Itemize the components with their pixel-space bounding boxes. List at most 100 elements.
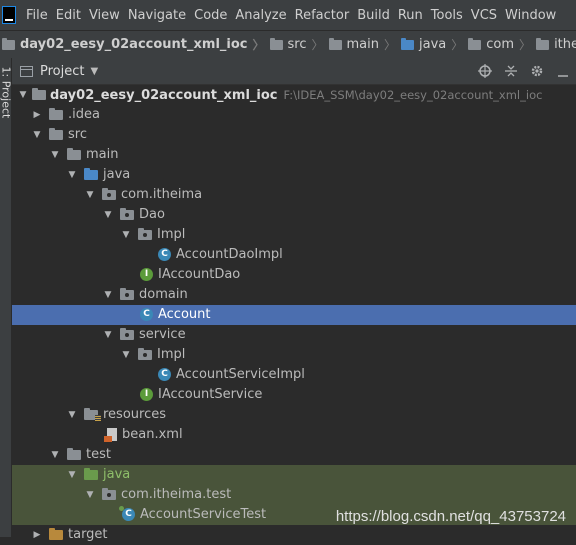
tree-label-iaccount-dao: IAccountDao xyxy=(158,267,241,282)
tree-row-bean-xml[interactable]: bean.xml xyxy=(12,425,576,445)
tree-label-dao-impl: Impl xyxy=(157,227,186,242)
tree-row-test-java[interactable]: ▼ java xyxy=(12,465,576,485)
project-view-selector[interactable]: Project xyxy=(40,64,84,79)
expand-arrow-icon[interactable]: ▼ xyxy=(50,145,60,165)
menu-build[interactable]: Build xyxy=(357,8,390,23)
xml-file-icon xyxy=(104,428,118,442)
tree-row-account-service-impl[interactable]: C AccountServiceImpl xyxy=(12,365,576,385)
breadcrumb-main[interactable]: main 〉 xyxy=(328,36,402,53)
chevron-right-icon: 〉 xyxy=(519,38,532,52)
hide-panel-icon[interactable] xyxy=(555,63,571,79)
tree-label-test: test xyxy=(86,447,111,462)
tree-row-resources[interactable]: ▼ resources xyxy=(12,405,576,425)
tree-row-src[interactable]: ▼ src xyxy=(12,125,576,145)
collapse-arrow-icon[interactable]: ▶ xyxy=(32,105,42,125)
tree-label-iaccount-service: IAccountService xyxy=(158,387,263,402)
chevron-down-icon[interactable]: ▼ xyxy=(90,66,98,77)
tree-row-test[interactable]: ▼ test xyxy=(12,445,576,465)
tree-row-iaccount-service[interactable]: I IAccountService xyxy=(12,385,576,405)
tree-row-target[interactable]: ▶ target xyxy=(12,525,576,545)
breadcrumb-java[interactable]: java 〉 xyxy=(401,36,468,53)
class-icon: C xyxy=(158,368,171,381)
menu-tools[interactable]: Tools xyxy=(431,8,463,23)
expand-arrow-icon[interactable]: ▼ xyxy=(103,205,113,225)
tree-row-main[interactable]: ▼ main xyxy=(12,145,576,165)
expand-arrow-icon[interactable]: ▼ xyxy=(67,165,77,185)
test-class-icon: C xyxy=(119,506,135,521)
menu-edit[interactable]: Edit xyxy=(56,8,81,23)
collapse-arrow-icon[interactable]: ▶ xyxy=(32,525,42,545)
breadcrumb-project[interactable]: day02_eesy_02account_xml_ioc 〉 xyxy=(2,36,270,53)
tree-row-service-impl[interactable]: ▼ Impl xyxy=(12,345,576,365)
resources-folder-icon xyxy=(84,408,101,421)
class-icon: C xyxy=(140,308,153,321)
breadcrumb-itheima[interactable]: itheima 〉 xyxy=(536,36,576,53)
menu-window[interactable]: Window xyxy=(505,8,556,23)
collapse-all-icon[interactable] xyxy=(503,63,519,79)
breadcrumb-src-label: src xyxy=(287,37,307,52)
project-tool-tab[interactable]: 1: Project xyxy=(0,67,13,127)
expand-arrow-icon[interactable]: ▼ xyxy=(85,185,95,205)
tree-label-src: src xyxy=(68,127,87,142)
tree-label-main: main xyxy=(86,147,119,162)
tree-row-account-dao-impl[interactable]: C AccountDaoImpl xyxy=(12,245,576,265)
expand-arrow-icon[interactable]: ▼ xyxy=(18,85,28,105)
tree-row-iaccount-dao[interactable]: I IAccountDao xyxy=(12,265,576,285)
expand-arrow-icon[interactable]: ▼ xyxy=(121,225,131,245)
tree-row-dao-impl[interactable]: ▼ Impl xyxy=(12,225,576,245)
tree-row-com-itheima-test[interactable]: ▼ com.itheima.test xyxy=(12,485,576,505)
menu-navigate[interactable]: Navigate xyxy=(128,8,186,23)
expand-arrow-icon[interactable]: ▼ xyxy=(67,465,77,485)
expand-arrow-icon[interactable]: ▼ xyxy=(121,345,131,365)
tree-row-project[interactable]: ▼ day02_eesy_02account_xml_ioc F:\IDEA_SS… xyxy=(12,85,576,105)
menu-refactor[interactable]: Refactor xyxy=(295,8,350,23)
tree-row-domain[interactable]: ▼ domain xyxy=(12,285,576,305)
project-window-icon xyxy=(20,65,33,77)
intellij-logo-icon xyxy=(2,6,16,24)
menu-run[interactable]: Run xyxy=(398,8,423,23)
breadcrumb-project-label: day02_eesy_02account_xml_ioc xyxy=(20,37,248,52)
expand-arrow-icon[interactable]: ▼ xyxy=(85,485,95,505)
project-name: day02_eesy_02account_xml_ioc F:\IDEA_SSM\… xyxy=(50,88,543,103)
tree-label-account-service-test: AccountServiceTest xyxy=(140,507,267,522)
menu-vcs[interactable]: VCS xyxy=(471,8,497,23)
package-icon xyxy=(120,328,134,340)
package-icon xyxy=(536,38,550,50)
menu-code[interactable]: Code xyxy=(194,8,227,23)
breadcrumb-com-label: com xyxy=(486,37,515,52)
chevron-right-icon: 〉 xyxy=(311,38,324,52)
expand-arrow-icon[interactable]: ▼ xyxy=(67,405,77,425)
tree-row-com-itheima[interactable]: ▼ com.itheima xyxy=(12,185,576,205)
tree-label-domain: domain xyxy=(139,287,188,302)
tree-row-account-selected[interactable]: C Account xyxy=(12,305,576,325)
breadcrumb-itheima-label: itheima xyxy=(554,37,576,52)
tree-label-account-service-impl: AccountServiceImpl xyxy=(176,367,305,382)
gear-icon[interactable] xyxy=(529,63,545,79)
project-folder-icon xyxy=(2,38,15,50)
folder-icon xyxy=(49,128,63,140)
left-tool-strip: 1: Project xyxy=(0,58,13,537)
expand-arrow-icon[interactable]: ▼ xyxy=(32,125,42,145)
folder-icon xyxy=(67,448,81,460)
expand-arrow-icon[interactable]: ▼ xyxy=(103,325,113,345)
tree-row-java[interactable]: ▼ java xyxy=(12,165,576,185)
menu-analyze[interactable]: Analyze xyxy=(235,8,286,23)
tree-label-resources: resources xyxy=(103,407,167,422)
expand-arrow-icon[interactable]: ▼ xyxy=(103,285,113,305)
locate-file-icon[interactable] xyxy=(477,63,493,79)
menu-view[interactable]: View xyxy=(89,8,120,23)
tree-row-service[interactable]: ▼ service xyxy=(12,325,576,345)
excluded-folder-icon xyxy=(49,528,63,540)
tree-label-service-impl: Impl xyxy=(157,347,186,362)
tree-label-target: target xyxy=(68,527,108,542)
folder-icon xyxy=(49,108,63,120)
breadcrumb-com[interactable]: com 〉 xyxy=(468,36,536,53)
expand-arrow-icon[interactable]: ▼ xyxy=(50,445,60,465)
tree-row-idea[interactable]: ▶ .idea xyxy=(12,105,576,125)
class-icon: C xyxy=(158,248,171,261)
tree-row-dao[interactable]: ▼ Dao xyxy=(12,205,576,225)
breadcrumb-src[interactable]: src 〉 xyxy=(269,36,329,53)
tree-label-com-itheima: com.itheima xyxy=(121,187,203,202)
chevron-right-icon: 〉 xyxy=(252,38,265,52)
menu-file[interactable]: File xyxy=(26,8,48,23)
